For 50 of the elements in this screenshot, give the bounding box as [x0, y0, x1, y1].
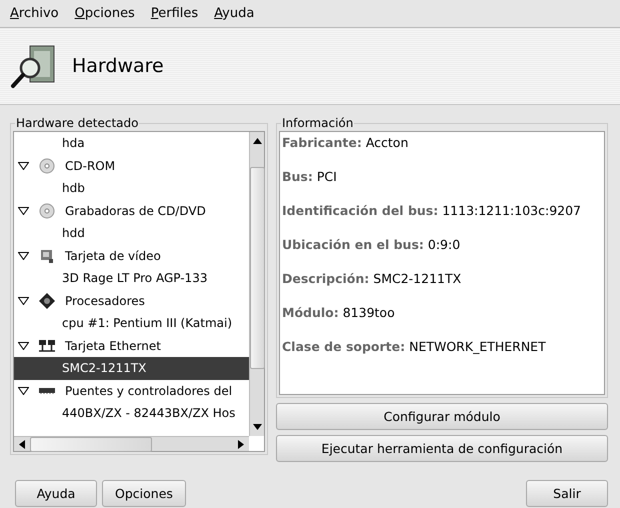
- group-title: Hardware detectado: [15, 117, 140, 129]
- tree-item[interactable]: CD-ROM: [14, 154, 249, 177]
- action-button[interactable]: Ejecutar herramienta de configuración: [276, 435, 608, 462]
- vertical-scrollbar[interactable]: [249, 132, 264, 436]
- memory-chip-icon: [39, 388, 55, 394]
- page-title: Hardware: [72, 55, 164, 77]
- tree-item[interactable]: hda: [14, 132, 249, 154]
- menu-item[interactable]: Perfiles: [142, 6, 206, 21]
- tree-item[interactable]: 3D Rage LT Pro AGP-133: [14, 267, 249, 290]
- up-arrow-icon[interactable]: [252, 138, 262, 144]
- footer-button[interactable]: Ayuda: [15, 480, 97, 507]
- info-line: Ubicación en el bus: 0:9:0: [282, 236, 462, 254]
- expanded-triangle-icon[interactable]: [18, 296, 29, 305]
- info-line: Bus: PCI: [282, 168, 338, 186]
- info-line: Descripción: SMC2-1211TX: [282, 270, 462, 288]
- footer-button[interactable]: Opciones: [102, 480, 186, 507]
- horizontal-scrollbar[interactable]: [14, 436, 249, 451]
- expanded-triangle-icon[interactable]: [18, 252, 29, 260]
- tree-item[interactable]: Tarjeta Ethernet: [14, 334, 249, 357]
- info-line: Fabricante: Accton: [282, 134, 410, 152]
- tree-item[interactable]: SMC2-1211TX: [14, 357, 249, 380]
- left-arrow-icon[interactable]: [19, 440, 25, 448]
- tree-item[interactable]: Grabadoras de CD/DVD: [14, 200, 249, 222]
- tree-item[interactable]: Puentes y controladores del: [14, 380, 249, 402]
- disc-icon: [39, 158, 55, 174]
- info-line: Módulo: 8139too: [282, 304, 396, 322]
- expanded-triangle-icon[interactable]: [18, 386, 29, 395]
- disc-icon: [39, 202, 55, 219]
- menu-item[interactable]: Ayuda: [206, 6, 262, 21]
- tree-item[interactable]: hdd: [14, 222, 249, 244]
- tree-item[interactable]: cpu #1: Pentium III (Katmai): [14, 312, 249, 334]
- tree-item[interactable]: Procesadores: [14, 290, 249, 312]
- tree-item[interactable]: hdb: [14, 177, 249, 200]
- info-line: Clase de soporte: NETWORK_ETHERNET: [282, 338, 547, 356]
- network-icon: [39, 338, 55, 353]
- down-arrow-icon[interactable]: [252, 424, 262, 430]
- chip-icon: [39, 292, 55, 309]
- quit-button[interactable]: Salir: [526, 480, 608, 507]
- expanded-triangle-icon[interactable]: [18, 342, 29, 350]
- menu-item[interactable]: Archivo: [2, 6, 67, 21]
- tree-item[interactable]: 440BX/ZX - 82443BX/ZX Hos: [14, 402, 249, 424]
- action-button[interactable]: Configurar módulo: [276, 403, 608, 430]
- right-arrow-icon[interactable]: [238, 440, 244, 448]
- expanded-triangle-icon[interactable]: [18, 206, 29, 215]
- group-title: Información: [281, 117, 354, 129]
- info-line: Identificación del bus: 1113:1211:103c:9207: [282, 202, 582, 220]
- expanded-triangle-icon[interactable]: [18, 162, 29, 170]
- tree-item[interactable]: Tarjeta de vídeo: [14, 244, 249, 267]
- menu-item[interactable]: Opciones: [66, 6, 143, 21]
- video-card-icon: [39, 248, 55, 264]
